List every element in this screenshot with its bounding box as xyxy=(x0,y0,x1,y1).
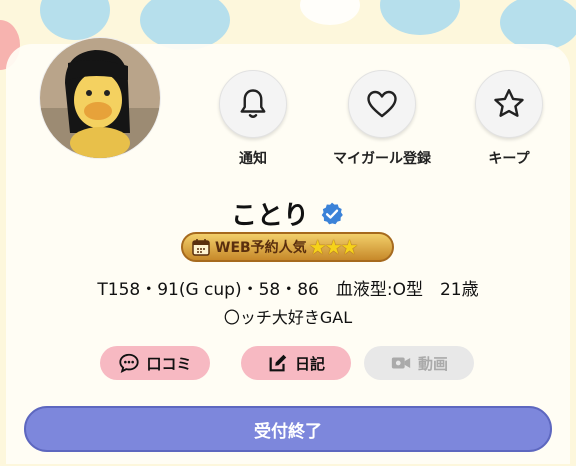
avatar xyxy=(40,38,160,158)
my-girl-register-button[interactable]: マイガール登録 xyxy=(326,70,438,168)
avatar-photo xyxy=(40,38,160,158)
keep-label: キープ xyxy=(488,151,530,167)
diary-label: 日記 xyxy=(294,354,325,373)
reservation-closed-label: 受付終了 xyxy=(254,421,322,442)
notify-button[interactable]: 通知 xyxy=(198,70,308,168)
chat-bubble-icon xyxy=(119,353,140,374)
keep-circle[interactable] xyxy=(475,70,543,138)
bell-icon xyxy=(240,89,266,118)
edit-icon xyxy=(269,354,287,372)
star-icon xyxy=(494,89,524,117)
my-girl-register-circle[interactable] xyxy=(348,70,416,138)
badge-label: WEB予約人気 xyxy=(215,240,307,256)
reservation-closed-button[interactable]: 受付終了 xyxy=(24,406,552,452)
profile-stats: T158・91(G cup)・58・86 血液型:O型 21歳 xyxy=(97,280,479,300)
video-camera-icon xyxy=(391,357,411,369)
profile-catchphrase: 〇ッチ大好きGAL xyxy=(223,308,353,327)
notify-circle[interactable] xyxy=(219,70,287,138)
video-button[interactable]: 動画 xyxy=(364,346,474,380)
my-girl-register-label: マイガール登録 xyxy=(333,151,431,167)
web-reservation-popularity-badge: WEB予約人気 ★★★ xyxy=(181,232,394,262)
keep-button[interactable]: キープ xyxy=(454,70,564,168)
profile-name-row: ことり xyxy=(0,195,576,234)
reviews-button[interactable]: 口コミ xyxy=(100,346,210,380)
video-label: 動画 xyxy=(417,354,448,373)
heart-icon xyxy=(367,90,397,118)
notify-label: 通知 xyxy=(239,151,267,167)
diary-button[interactable]: 日記 xyxy=(241,346,351,380)
badge-stars: ★★★ xyxy=(308,235,359,259)
verified-icon xyxy=(319,201,345,234)
reviews-label: 口コミ xyxy=(146,354,192,373)
calendar-icon xyxy=(192,239,210,256)
profile-name: ことり xyxy=(230,201,309,231)
